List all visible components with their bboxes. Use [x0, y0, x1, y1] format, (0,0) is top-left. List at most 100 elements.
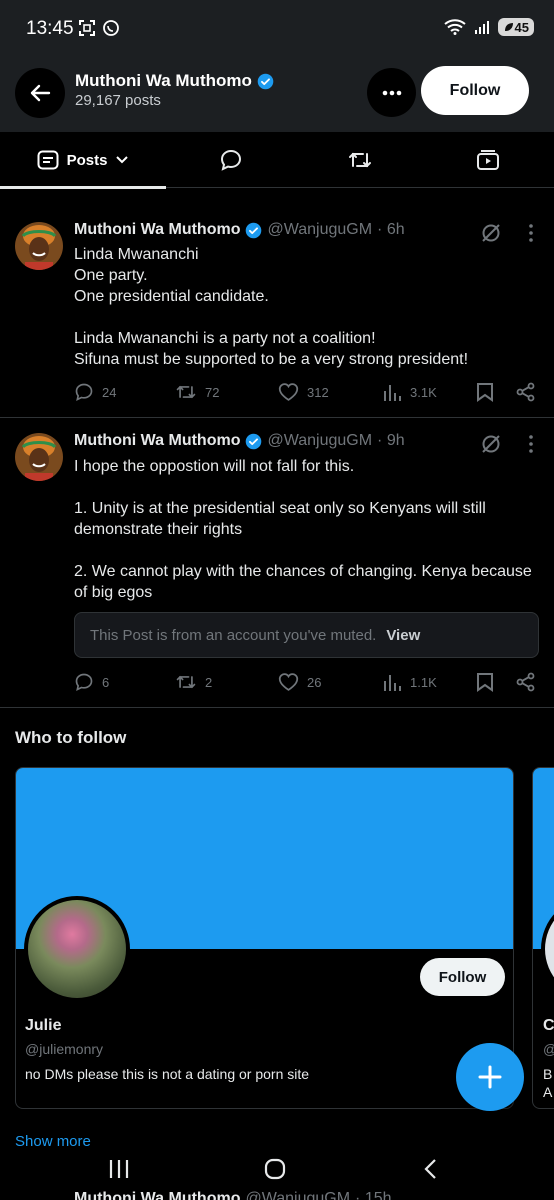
back-button[interactable]	[15, 68, 65, 118]
status-notification-icons	[78, 19, 120, 37]
who-to-follow-title: Who to follow	[15, 728, 127, 747]
share-button[interactable]	[516, 672, 536, 692]
repost-button[interactable]: 72	[175, 382, 219, 402]
tab-reposts[interactable]	[302, 132, 418, 188]
grok-icon	[482, 224, 500, 242]
home-icon	[264, 1158, 286, 1180]
bookmark-button[interactable]	[476, 672, 494, 692]
reply-icon	[75, 673, 93, 691]
reply-button[interactable]: 24	[74, 382, 116, 402]
suggestion-card-next[interactable]: C @ B A	[532, 767, 554, 1109]
chevron-left-icon	[424, 1159, 436, 1179]
like-count: 26	[307, 674, 322, 690]
post-author-name[interactable]: Muthoni Wa Muthomo	[74, 432, 240, 450]
post-author-name: Muthoni Wa Muthomo	[74, 1190, 241, 1200]
card-bio-line-1: B	[543, 1066, 553, 1082]
posts-count: 29,167 posts	[75, 92, 161, 109]
post-header: Muthoni Wa Muthomo @WanjuguGM · 15h	[74, 1190, 392, 1200]
recent-apps-icon	[109, 1160, 129, 1178]
reply-count: 24	[102, 384, 117, 400]
views-button[interactable]: 3.1K	[382, 382, 437, 402]
reply-icon	[75, 383, 93, 401]
repost-icon	[349, 152, 371, 168]
recent-apps-button[interactable]	[108, 1158, 130, 1185]
bookmark-icon	[477, 673, 493, 692]
wifi-icon	[443, 19, 466, 35]
post-item[interactable]: Muthoni Wa Muthomo @WanjuguGM · 9h I hop…	[0, 419, 554, 708]
post-time: · 9h	[377, 432, 405, 449]
profile-header: Muthoni Wa Muthomo 29,167 posts Follow	[0, 58, 554, 132]
reply-button[interactable]: 6	[74, 672, 109, 692]
post-text: I hope the oppostion will not fall for t…	[74, 458, 532, 601]
post-actions: 24 72 312 3.1K	[74, 382, 540, 406]
bookmark-icon	[477, 383, 493, 402]
media-icon	[477, 150, 499, 170]
post-text: Linda Mwananchi One party. One president…	[74, 246, 469, 368]
repost-count: 72	[205, 384, 220, 400]
post-header: Muthoni Wa Muthomo @WanjuguGM · 9h	[74, 432, 405, 450]
arrow-left-icon	[30, 84, 51, 102]
battery-indicator: 45	[497, 18, 534, 36]
follow-button[interactable]: Follow	[421, 66, 529, 115]
avatar-image	[15, 433, 63, 481]
reply-count: 6	[102, 674, 110, 690]
card-follow-button[interactable]: Follow	[420, 958, 505, 996]
like-button[interactable]: 312	[278, 382, 329, 402]
like-count: 312	[307, 384, 329, 400]
signal-icon	[474, 21, 489, 34]
plus-icon	[478, 1065, 502, 1089]
more-horizontal-icon	[382, 90, 401, 95]
posts-list-icon	[37, 150, 59, 170]
avatar-image	[15, 222, 63, 270]
muted-view-link[interactable]: View	[386, 627, 420, 644]
status-system-icons: 45	[443, 18, 534, 36]
view-count: 3.1K	[410, 384, 437, 400]
tab-posts[interactable]: Posts	[0, 132, 166, 189]
card-avatar[interactable]	[24, 896, 130, 1002]
repost-count: 2	[205, 674, 213, 690]
status-time: 13:45	[26, 18, 74, 39]
post-handle[interactable]: @WanjuguGM	[267, 221, 372, 239]
battery-saver-icon	[504, 23, 513, 31]
more-options-button[interactable]	[367, 68, 416, 117]
post-handle[interactable]: @WanjuguGM	[267, 432, 372, 450]
share-icon	[516, 672, 535, 692]
chevron-down-icon	[116, 156, 129, 164]
screenshot-icon	[79, 20, 95, 36]
verified-badge-icon	[257, 73, 274, 89]
system-back-button[interactable]	[422, 1158, 438, 1185]
post-actions: 6 2 26 1.1K	[74, 672, 540, 696]
post-header: Muthoni Wa Muthomo @WanjuguGM · 6h	[74, 221, 405, 239]
tab-replies[interactable]	[174, 132, 288, 188]
profile-name: Muthoni Wa Muthomo	[75, 71, 274, 91]
tab-posts-label: Posts	[66, 151, 108, 169]
whatsapp-icon	[103, 20, 119, 36]
show-more-link[interactable]: Show more	[15, 1133, 91, 1150]
avatar[interactable]	[15, 433, 63, 481]
home-button[interactable]	[264, 1158, 286, 1185]
post-author-name[interactable]: Muthoni Wa Muthomo	[74, 221, 240, 239]
card-name: C	[543, 1017, 554, 1034]
system-nav-bar	[0, 1152, 554, 1188]
analytics-icon	[384, 385, 401, 401]
suggestion-card[interactable]: Follow Julie @juliemonry no DMs please t…	[15, 767, 514, 1109]
like-button[interactable]: 26	[278, 672, 321, 692]
grok-icon	[482, 435, 500, 453]
post-time: · 15h	[355, 1190, 392, 1200]
analytics-icon	[384, 675, 401, 691]
card-bio-line-2: A	[543, 1084, 553, 1100]
avatar[interactable]	[15, 222, 63, 270]
next-post-peek: Muthoni Wa Muthomo @WanjuguGM · 15h	[0, 1186, 554, 1200]
post-item[interactable]: Muthoni Wa Muthomo @WanjuguGM · 6h Linda…	[0, 208, 554, 418]
profile-tabs: Posts	[0, 132, 554, 189]
card-handle: @juliemonry	[25, 1041, 104, 1057]
verified-badge-icon	[246, 222, 262, 238]
repost-button[interactable]: 2	[175, 672, 212, 692]
muted-notice-text: This Post is from an account you've mute…	[90, 626, 377, 644]
tab-media[interactable]	[432, 132, 544, 188]
share-button[interactable]	[516, 382, 536, 402]
views-button[interactable]: 1.1K	[382, 672, 437, 692]
card-name[interactable]: Julie	[25, 1017, 61, 1035]
compose-post-button[interactable]	[456, 1043, 524, 1111]
bookmark-button[interactable]	[476, 382, 494, 402]
